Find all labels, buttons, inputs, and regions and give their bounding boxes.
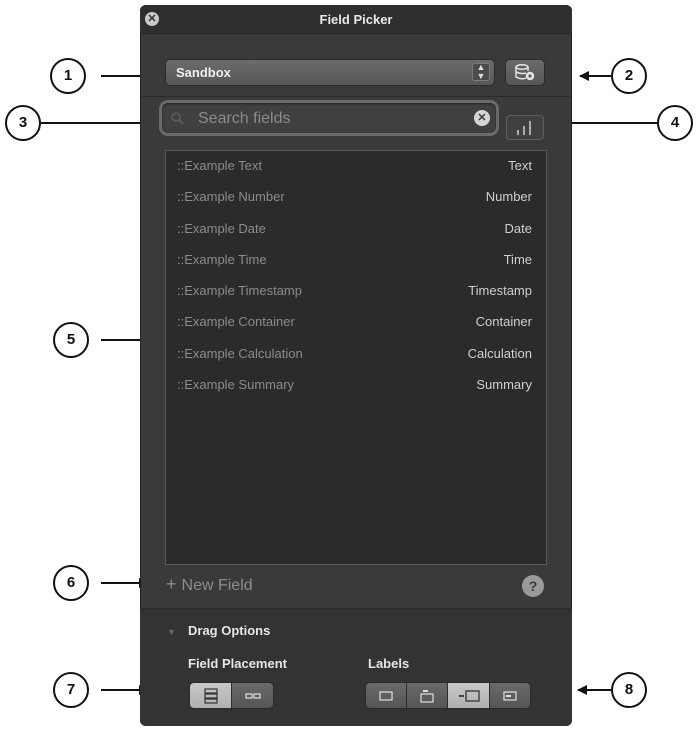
field-list: ::Example Text Text ::Example Number Num…: [165, 150, 547, 565]
toolbar-divider: [140, 96, 572, 97]
bar-chart-sort-icon: [517, 121, 531, 135]
field-type: Number: [485, 189, 532, 205]
vertical-stack-icon: [203, 687, 218, 704]
field-placement-control: [190, 683, 273, 708]
field-row-calculation[interactable]: ::Example Calculation Calculation: [166, 339, 546, 370]
field-name: ::Example Date: [177, 220, 266, 236]
labels-left-button[interactable]: [448, 683, 489, 708]
disclosure-triangle-icon[interactable]: ▼: [167, 627, 176, 637]
database-gear-icon: [515, 64, 535, 81]
labels-inside-button[interactable]: [490, 683, 530, 708]
manage-database-button[interactable]: [506, 60, 544, 85]
callout-1: 1: [50, 58, 86, 94]
field-type: Time: [503, 251, 532, 267]
field-name: ::Example Timestamp: [177, 283, 302, 299]
callout-8: 8: [611, 672, 647, 708]
field-type: Summary: [476, 377, 532, 393]
field-row-time[interactable]: ::Example Time Time: [166, 245, 546, 276]
field-row-number[interactable]: ::Example Number Number: [166, 182, 546, 213]
labels-control: [366, 683, 530, 708]
clear-search-button[interactable]: ✕: [474, 110, 490, 126]
field-row-date[interactable]: ::Example Date Date: [166, 214, 546, 245]
field-row-timestamp[interactable]: ::Example Timestamp Timestamp: [166, 276, 546, 307]
placement-vertical-button[interactable]: [190, 683, 231, 708]
field-placement-title: Field Placement: [188, 656, 287, 671]
callout-4: 4: [657, 105, 693, 141]
callout-7: 7: [53, 672, 89, 708]
field-row-container[interactable]: ::Example Container Container: [166, 307, 546, 338]
label-inside-icon: [503, 690, 517, 701]
sort-fields-button[interactable]: [506, 115, 544, 140]
field-name: ::Example Number: [177, 189, 285, 205]
labels-top-button[interactable]: [407, 683, 447, 708]
field-name: ::Example Text: [177, 158, 263, 173]
callout-3: 3: [5, 105, 41, 141]
label-left-icon: [458, 689, 480, 702]
callout-6: 6: [53, 565, 89, 601]
callout-5: 5: [53, 322, 89, 358]
field-type: Container: [475, 314, 532, 330]
placement-horizontal-button[interactable]: [232, 683, 273, 708]
field-type: Text: [508, 158, 532, 173]
no-label-icon: [379, 690, 393, 701]
search-field[interactable]: ✕: [162, 103, 496, 133]
search-input[interactable]: [196, 107, 460, 131]
window-title: Field Picker: [319, 12, 393, 27]
field-row-text[interactable]: ::Example Text Text: [166, 151, 546, 182]
field-name: ::Example Summary: [177, 377, 295, 393]
field-name: ::Example Container: [177, 314, 295, 330]
clear-icon: ✕: [477, 112, 487, 124]
new-field-button[interactable]: + New Field: [166, 574, 253, 595]
table-selector-dropdown[interactable]: Sandbox ▲ ▼: [166, 60, 494, 85]
labels-title: Labels: [368, 656, 410, 671]
up-down-chevron-icon: ▲ ▼: [472, 63, 490, 81]
field-type: Calculation: [467, 345, 532, 361]
field-type: Date: [504, 220, 532, 236]
help-button[interactable]: ?: [522, 575, 544, 597]
field-type: Timestamp: [468, 283, 532, 299]
field-row-summary[interactable]: ::Example Summary Summary: [166, 370, 546, 401]
callout-2: 2: [611, 58, 647, 94]
drag-options-section: ▼ Drag Options Field Placement Labels: [140, 609, 572, 726]
help-icon: ?: [528, 578, 538, 594]
field-name: ::Example Time: [177, 251, 267, 267]
title-bar[interactable]: ✕ Field Picker: [140, 5, 572, 34]
new-field-label: New Field: [181, 577, 253, 594]
search-icon: [171, 112, 184, 125]
label-top-icon: [420, 689, 434, 703]
field-name: ::Example Calculation: [177, 345, 303, 361]
field-picker-window: ✕ Field Picker Sandbox ▲▼ ✕: [140, 5, 572, 726]
labels-none-button[interactable]: [366, 683, 406, 708]
plus-icon: +: [166, 574, 177, 594]
drag-options-title: Drag Options: [188, 623, 271, 638]
table-selector-value: Sandbox: [176, 65, 231, 80]
horizontal-stack-icon: [244, 692, 261, 699]
